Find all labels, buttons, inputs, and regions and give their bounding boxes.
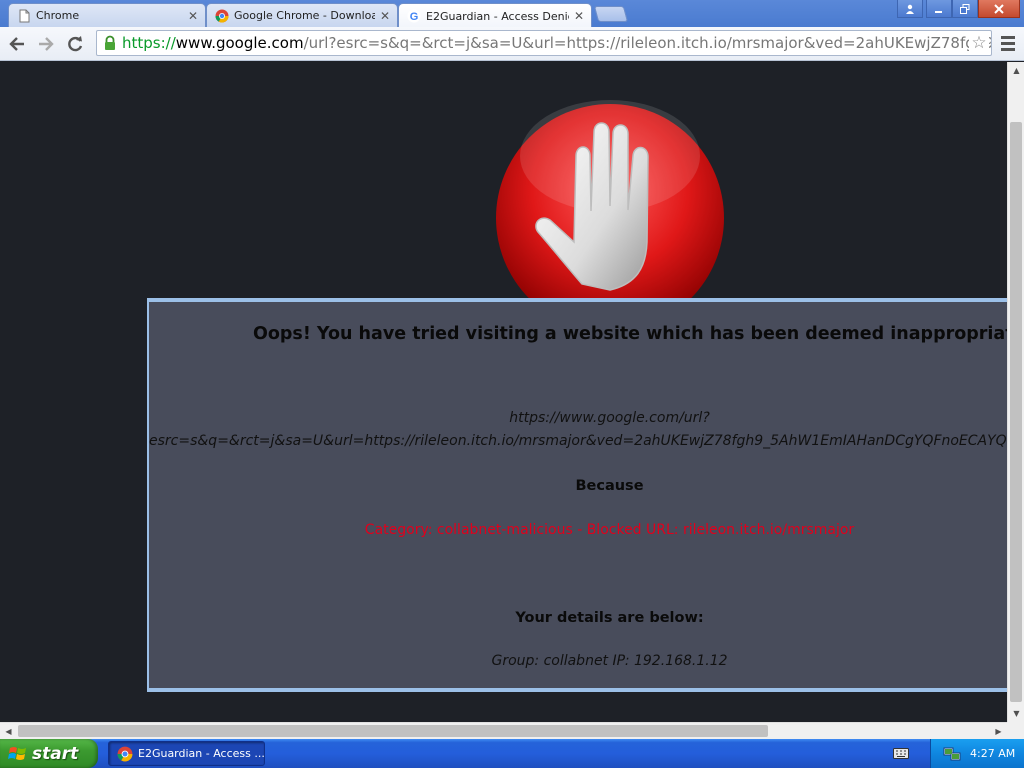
google-icon: G bbox=[407, 9, 421, 23]
tab-chrome-download[interactable]: Google Chrome - Download t ✕ bbox=[206, 3, 398, 27]
close-button[interactable] bbox=[978, 0, 1020, 18]
tab-title: Google Chrome - Download t bbox=[234, 9, 375, 22]
chrome-menu-icon[interactable] bbox=[998, 31, 1018, 55]
tab-strip: Chrome ✕ Google Chrome - Download t ✕ G … bbox=[0, 0, 1024, 28]
address-bar[interactable]: https://www.google.com/url?esrc=s&q=&rct… bbox=[96, 30, 992, 56]
tab-title: E2Guardian - Access Denied bbox=[426, 9, 569, 23]
vertical-scrollbar[interactable]: ▲ ▼ bbox=[1007, 62, 1024, 722]
windows-flag-icon bbox=[8, 746, 26, 760]
scroll-right-arrow-icon[interactable]: ▶ bbox=[990, 723, 1007, 740]
blocked-url-line-1: https://www.google.com/url? bbox=[509, 410, 710, 426]
scroll-up-arrow-icon[interactable]: ▲ bbox=[1008, 62, 1024, 79]
url-path: /url?esrc=s&q=&rct=j&sa=U&url=https://ri… bbox=[303, 34, 991, 52]
close-icon bbox=[994, 3, 1004, 14]
tab-chrome[interactable]: Chrome ✕ bbox=[8, 3, 206, 27]
access-denied-panel: Oops! You have tried visiting a website … bbox=[147, 298, 1007, 692]
bookmark-star-icon[interactable]: ☆ bbox=[969, 33, 989, 53]
tab-close-icon[interactable]: ✕ bbox=[573, 9, 585, 23]
reload-icon bbox=[68, 36, 83, 52]
url-host: www.google.com bbox=[175, 34, 304, 52]
horizontal-scrollbar[interactable]: ◀ ▶ bbox=[0, 722, 1007, 739]
svg-text:G: G bbox=[410, 11, 419, 23]
windows-taskbar: start E2Guardian - Access ... 4:27 AM bbox=[0, 739, 1024, 768]
horizontal-scroll-thumb[interactable] bbox=[18, 725, 768, 737]
reload-button[interactable] bbox=[63, 32, 87, 56]
forward-button[interactable] bbox=[34, 32, 58, 56]
profile-icon[interactable] bbox=[897, 0, 923, 18]
tab-e2guardian[interactable]: G E2Guardian - Access Denied ✕ bbox=[398, 3, 592, 28]
browser-toolbar: https://www.google.com/url?esrc=s&q=&rct… bbox=[0, 27, 1024, 61]
taskbar-item-e2guardian[interactable]: E2Guardian - Access ... bbox=[108, 741, 265, 766]
because-label: Because bbox=[575, 478, 644, 494]
tab-close-icon[interactable]: ✕ bbox=[187, 9, 199, 23]
page-heading: Oops! You have tried visiting a website … bbox=[253, 324, 1007, 344]
details-label: Your details are below: bbox=[515, 610, 704, 626]
system-tray: 4:27 AM bbox=[930, 739, 1024, 768]
minimize-icon bbox=[935, 10, 942, 13]
user-details: Group: collabnet IP: 192.168.1.12 bbox=[491, 653, 728, 669]
back-button[interactable] bbox=[5, 32, 29, 56]
chrome-icon bbox=[117, 746, 133, 761]
scroll-down-arrow-icon[interactable]: ▼ bbox=[1008, 705, 1024, 722]
blocked-url-line-2: esrc=s&q=&rct=j&sa=U&url=https://rileleo… bbox=[149, 433, 1007, 449]
restore-button[interactable] bbox=[952, 0, 978, 18]
back-arrow-icon bbox=[9, 37, 24, 51]
chrome-icon bbox=[215, 9, 229, 22]
start-button[interactable]: start bbox=[0, 739, 98, 768]
lock-icon bbox=[105, 35, 115, 50]
forward-arrow-icon bbox=[39, 37, 54, 51]
scrollbar-corner bbox=[1007, 722, 1024, 739]
page-icon bbox=[19, 9, 30, 22]
scroll-left-arrow-icon[interactable]: ◀ bbox=[0, 723, 17, 740]
network-icon[interactable] bbox=[943, 746, 961, 762]
restore-icon bbox=[960, 3, 970, 14]
vertical-scroll-thumb[interactable] bbox=[1010, 122, 1022, 702]
taskbar-item-label: E2Guardian - Access ... bbox=[138, 747, 265, 760]
taskbar-clock: 4:27 AM bbox=[970, 747, 1016, 760]
tab-title: Chrome bbox=[36, 9, 80, 22]
start-label: start bbox=[32, 743, 79, 764]
new-tab-button[interactable] bbox=[593, 6, 629, 22]
minimize-button[interactable] bbox=[926, 0, 952, 18]
page-viewport: Oops! You have tried visiting a website … bbox=[0, 62, 1007, 722]
url-scheme: https:// bbox=[122, 34, 176, 52]
url-text[interactable]: https://www.google.com/url?esrc=s&q=&rct… bbox=[122, 34, 991, 52]
block-reason: Category: collabnet-malicious - Blocked … bbox=[364, 522, 855, 538]
tab-close-icon[interactable]: ✕ bbox=[379, 9, 391, 23]
keyboard-icon[interactable] bbox=[893, 746, 909, 760]
